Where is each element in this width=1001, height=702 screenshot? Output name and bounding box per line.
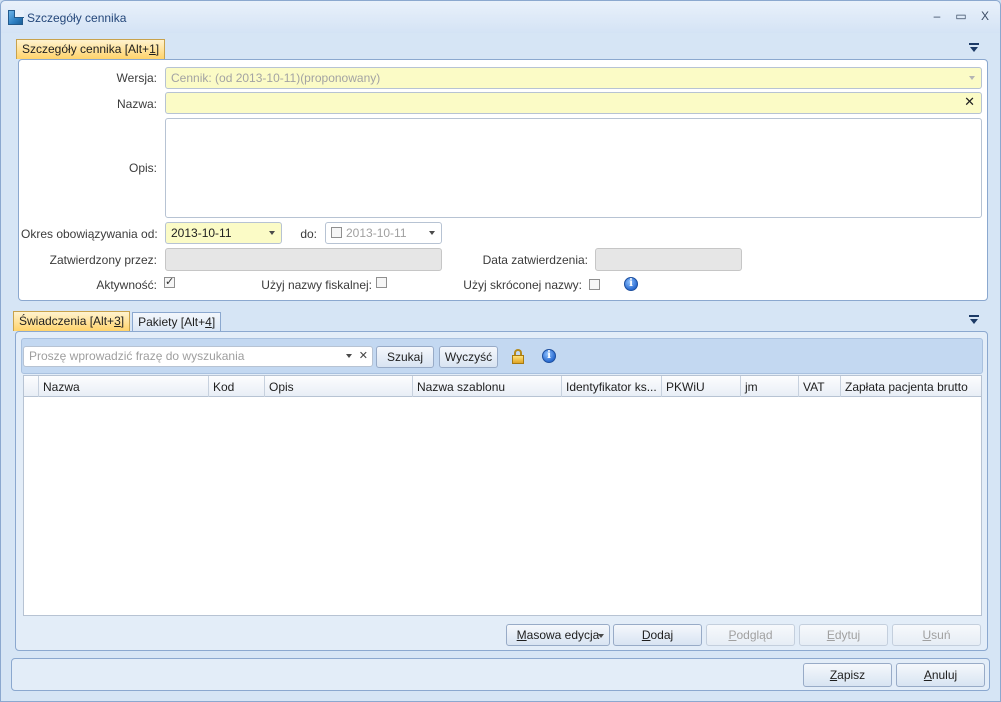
wersja-select[interactable]: Cennik: (od 2013-10-11)(proponowany) xyxy=(165,67,982,89)
nazwa-input[interactable]: ✕ xyxy=(165,92,982,114)
collapse-upper-icon[interactable] xyxy=(969,43,979,53)
fiskalna-checkbox[interactable] xyxy=(376,277,387,288)
wersja-label: Wersja: xyxy=(116,71,157,85)
grid-header: Nazwa Kod Opis Nazwa szablonu Identyfika… xyxy=(24,376,981,397)
column-header[interactable]: Kod xyxy=(209,376,265,397)
items-grid xyxy=(23,375,982,616)
opis-textarea[interactable] xyxy=(165,118,982,218)
column-header[interactable]: PKWiU xyxy=(662,376,741,397)
grid-indicator-column xyxy=(24,376,39,397)
masowa-edycja-button[interactable]: Masowa edycja xyxy=(506,624,610,646)
aktywnosc-label: Aktywność: xyxy=(96,278,157,292)
collapse-lower-icon[interactable] xyxy=(969,315,979,325)
fiskalna-label: Użyj nazwy fiskalnej: xyxy=(261,278,372,292)
chevron-down-icon xyxy=(269,231,275,235)
details-tab-strip: Szczegóły cennika [Alt+1] xyxy=(16,39,167,59)
maximize-button[interactable]: ▭ xyxy=(954,9,968,23)
okres-od-value: 2013-10-11 xyxy=(171,226,232,240)
lower-tab-strip: Świadczenia [Alt+3] Pakiety [Alt+4] xyxy=(13,311,223,331)
column-header[interactable]: VAT xyxy=(799,376,841,397)
clear-search-button[interactable]: Wyczyść xyxy=(439,346,498,368)
usun-button[interactable]: Usuń xyxy=(892,624,981,646)
title-bar: Szczegóły cennika – ▭ X xyxy=(1,1,1000,33)
skrocona-checkbox[interactable] xyxy=(589,279,600,290)
search-button[interactable]: Szukaj xyxy=(376,346,434,368)
column-header[interactable]: Nazwa szablonu xyxy=(413,376,562,397)
window: Szczegóły cennika – ▭ X Szczegóły cennik… xyxy=(0,0,1001,702)
data-zatwierdzenia-field xyxy=(595,248,742,271)
okres-od-datepicker[interactable]: 2013-10-11 xyxy=(165,222,282,244)
clear-icon[interactable]: ✕ xyxy=(359,349,368,362)
anuluj-button[interactable]: Anuluj xyxy=(896,663,985,687)
tab-pakiety[interactable]: Pakiety [Alt+4] xyxy=(132,312,222,331)
okres-do-datepicker[interactable]: 2013-10-11 xyxy=(325,222,442,244)
chevron-down-icon xyxy=(429,231,435,235)
tab-swiadczenia[interactable]: Świadczenia [Alt+3] xyxy=(13,311,131,331)
search-input[interactable]: Proszę wprowadzić frazę do wyszukania ✕ xyxy=(23,346,373,367)
zatwierdzony-field xyxy=(165,248,442,271)
info-icon[interactable]: i xyxy=(624,277,638,291)
chevron-down-icon[interactable] xyxy=(346,354,352,358)
window-title: Szczegóły cennika xyxy=(27,11,127,25)
dodaj-button[interactable]: Dodaj xyxy=(613,624,702,646)
podglad-button[interactable]: Podgląd xyxy=(706,624,795,646)
data-zatwierdzenia-label: Data zatwierdzenia: xyxy=(482,253,588,267)
okres-label: Okres obowiązywania od: xyxy=(21,227,158,241)
nazwa-label: Nazwa: xyxy=(116,97,157,111)
column-header[interactable]: Opis xyxy=(265,376,413,397)
lock-icon[interactable] xyxy=(511,349,525,364)
app-icon xyxy=(8,10,24,25)
column-header[interactable]: Nazwa xyxy=(39,376,209,397)
edytuj-button[interactable]: Edytuj xyxy=(799,624,888,646)
opis-label: Opis: xyxy=(128,161,157,175)
zatwierdzony-label: Zatwierdzony przez: xyxy=(49,253,157,267)
close-button[interactable]: X xyxy=(978,9,992,23)
chevron-down-icon xyxy=(598,634,604,638)
zapisz-button[interactable]: Zapisz xyxy=(803,663,892,687)
column-header[interactable]: jm xyxy=(741,376,799,397)
column-header[interactable]: Zapłata pacjenta brutto xyxy=(841,376,981,397)
column-header[interactable]: Identyfikator ks... xyxy=(562,376,662,397)
skrocona-label: Użyj skróconej nazwy: xyxy=(463,278,582,292)
tab-szczegoly-cennika[interactable]: Szczegóły cennika [Alt+1] xyxy=(16,39,166,59)
search-placeholder: Proszę wprowadzić frazę do wyszukania xyxy=(29,349,245,363)
chevron-down-icon xyxy=(969,76,975,80)
okres-do-checkbox[interactable] xyxy=(331,227,342,238)
aktywnosc-checkbox[interactable] xyxy=(164,275,175,288)
do-label: do: xyxy=(300,227,317,241)
okres-do-value: 2013-10-11 xyxy=(346,226,407,240)
info-icon[interactable]: i xyxy=(542,349,556,363)
wersja-value: Cennik: (od 2013-10-11)(proponowany) xyxy=(171,71,381,85)
minimize-button[interactable]: – xyxy=(930,9,944,23)
clear-icon[interactable]: ✕ xyxy=(964,95,975,110)
